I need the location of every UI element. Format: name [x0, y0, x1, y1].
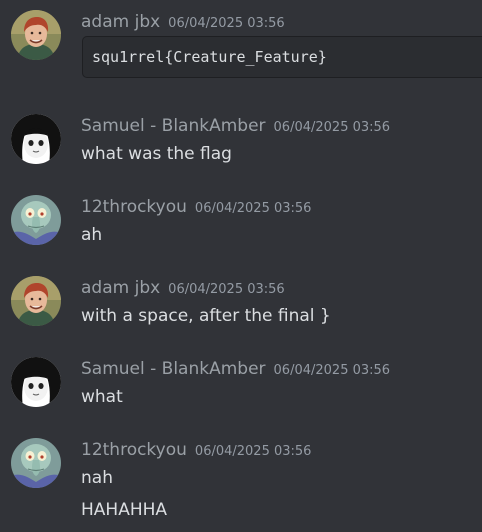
message-item: adam jbx 06/04/2025 03:56 with a space, a…: [0, 276, 482, 328]
message-header: 12throckyou 06/04/2025 03:56: [81, 439, 311, 461]
code-block: squ1rrel{Creature_Feature}: [82, 36, 482, 78]
message-item: Samuel - BlankAmber 06/04/2025 03:56 what…: [0, 114, 482, 166]
user-avatar[interactable]: [11, 357, 61, 407]
message-text: HAHAHHA: [81, 500, 168, 520]
message-timestamp: 06/04/2025 03:56: [194, 201, 312, 216]
message-header: Samuel - BlankAmber 06/04/2025 03:56: [81, 358, 390, 380]
message-timestamp: 06/04/2025 03:56: [273, 120, 391, 135]
message-timestamp: 06/04/2025 03:56: [168, 282, 285, 297]
message-item: 12throckyou 06/04/2025 03:56 ah: [0, 195, 482, 247]
message-header: Samuel - BlankAmber 06/04/2025 03:56: [81, 115, 390, 137]
message-item: adam jbx 06/04/2025 03:56 squ1rrel{Creatu…: [0, 10, 482, 86]
message-header: adam jbx 06/04/2025 03:56: [81, 11, 285, 33]
person-face-avatar-icon: [11, 10, 61, 60]
message-header: 12throckyou 06/04/2025 03:56: [81, 196, 311, 218]
message-text: nah: [81, 468, 113, 488]
user-avatar[interactable]: [11, 114, 61, 164]
message-item: Samuel - BlankAmber 06/04/2025 03:56 what: [0, 357, 482, 409]
message-text: what was the flag: [81, 144, 232, 164]
author-name[interactable]: Samuel - BlankAmber: [81, 116, 266, 136]
anime-girl-avatar-icon: [11, 114, 61, 164]
message-item: 12throckyou 06/04/2025 03:56 nah HAHAHHA: [0, 438, 482, 528]
message-text: what: [81, 387, 123, 407]
person-face-avatar-icon: [11, 276, 61, 326]
squidward-avatar-icon: [11, 438, 61, 488]
author-name[interactable]: adam jbx: [81, 12, 160, 32]
message-text: ah: [81, 225, 103, 245]
author-name[interactable]: Samuel - BlankAmber: [81, 359, 266, 379]
message-timestamp: 06/04/2025 03:56: [168, 16, 285, 31]
user-avatar[interactable]: [11, 276, 61, 326]
author-name[interactable]: 12throckyou: [81, 440, 187, 460]
user-avatar[interactable]: [11, 195, 61, 245]
chat-message-list: adam jbx 06/04/2025 03:56 squ1rrel{Creatu…: [0, 0, 482, 532]
message-timestamp: 06/04/2025 03:56: [273, 363, 391, 378]
message-text: with a space, after the final }: [81, 306, 331, 326]
user-avatar[interactable]: [11, 10, 61, 60]
squidward-avatar-icon: [11, 195, 61, 245]
user-avatar[interactable]: [11, 438, 61, 488]
author-name[interactable]: 12throckyou: [81, 197, 187, 217]
message-header: adam jbx 06/04/2025 03:56: [81, 277, 285, 299]
message-timestamp: 06/04/2025 03:56: [194, 444, 312, 459]
anime-girl-avatar-icon: [11, 357, 61, 407]
author-name[interactable]: adam jbx: [81, 278, 160, 298]
